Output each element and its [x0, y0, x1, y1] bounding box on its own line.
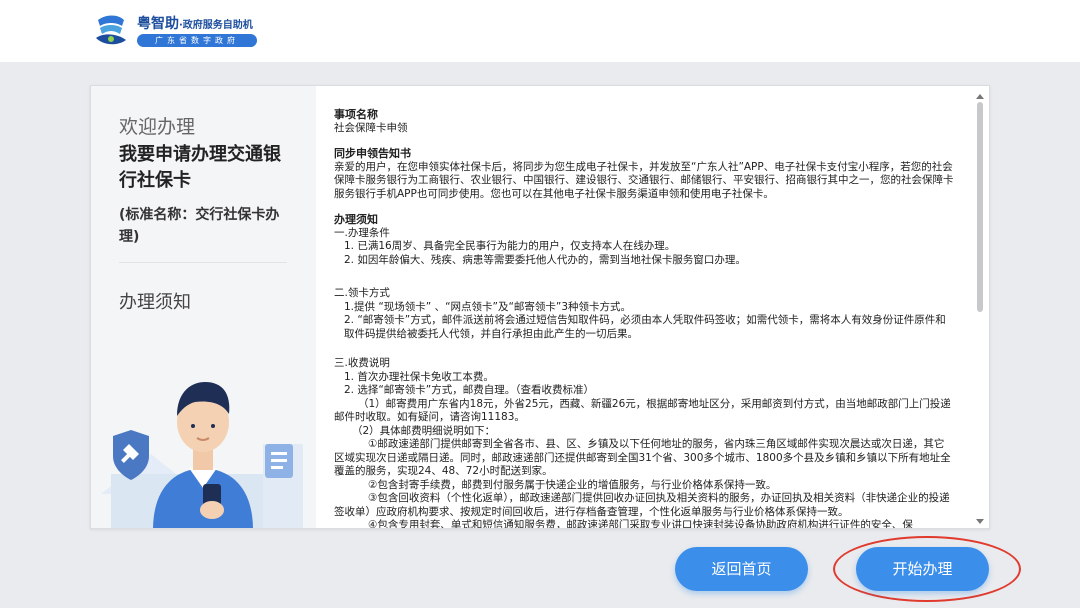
section-3-title: 三.收费说明: [334, 357, 390, 369]
item-name-block: 事项名称 社会保障卡申领: [334, 108, 954, 135]
section-1-title: 一.办理条件: [334, 226, 390, 239]
service-title: 我要申请办理交通银行社保卡: [119, 144, 281, 191]
item-heading: 事项名称: [334, 108, 378, 121]
section-3-item: 2. 选择“邮寄领卡”方式，邮费自理。（查看收费标准）: [344, 384, 594, 396]
fee-paragraph: ④包含专用封套、单式和短信通知服务费，邮政速递部门采取专业讲口快速封装设备协助政…: [368, 519, 913, 528]
section-2-item: 1.提供 “现场领卡” 、“网点领卡”及“邮寄领卡”3种领卡方式。: [344, 300, 632, 313]
section-1-item: 2. 如因年龄偏大、残疾、病患等需要委托他人代办的，需到当地社保卡服务窗口办理。: [344, 253, 746, 266]
back-home-button[interactable]: 返回首页: [675, 547, 808, 591]
pickup-block: 二.领卡方式 1.提供 “现场领卡” 、“网点领卡”及“邮寄领卡”3种领卡方式。…: [334, 287, 954, 341]
yuezhizhu-logo-icon: [96, 15, 126, 45]
notice-label: 办理须知: [119, 292, 191, 313]
sync-text: 亲爱的用户，在您申领实体社保卡后，将同步为您生成电子社保卡，并发放至“广东人社”…: [334, 160, 954, 200]
scroll-down-arrow-icon[interactable]: [976, 519, 984, 524]
fee-paragraph: （1）邮寄费用广东省内18元，外省25元，西藏、新疆26元，根据邮寄地址区分，采…: [334, 397, 951, 424]
left-panel: 欢迎办理 我要申请办理交通银行社保卡 (标准名称：交行社保卡办理) 办理须知: [91, 86, 316, 528]
scroll-thumb[interactable]: [977, 102, 983, 312]
app-name: 粤智助: [137, 16, 179, 32]
content-scrollbar[interactable]: [976, 94, 984, 524]
user-with-phone-illustration: [91, 344, 316, 528]
conditions-block: 办理须知 一.办理条件 1. 已满16周岁、具备完全民事行为能力的用户，仅支持本…: [334, 213, 954, 267]
notice-content: 事项名称 社会保障卡申领 同步申领告知书 亲爱的用户，在您申领实体社保卡后，将同…: [334, 108, 954, 528]
fee-paragraph: ③包含回收资料（个性化返单），邮政速递部门提供回收办证回执及相关资料的服务，办证…: [334, 492, 950, 518]
fee-paragraph: ①邮政速递部门提供邮寄到全省各市、县、区、乡镇及以下任何地址的服务，省内珠三角区…: [334, 438, 951, 477]
section-2-item: 2. “邮寄领卡”方式，邮件派送前将会通过短信告知取件码，必须由本人凭取件码签收…: [344, 314, 946, 340]
start-application-button[interactable]: 开始办理: [856, 547, 989, 591]
app-subtitle: ·政府服务自助机: [179, 20, 253, 31]
scroll-up-arrow-icon[interactable]: [976, 94, 984, 99]
section-2-title: 二.领卡方式: [334, 287, 390, 299]
notice-heading: 办理须知: [334, 213, 378, 226]
standard-name: (标准名称：交行社保卡办理): [119, 207, 280, 245]
top-header: 粤智助·政府服务自助机 广东省数字政府: [0, 0, 1080, 62]
left-divider: [119, 262, 287, 263]
section-1-item: 1. 已满16周岁、具备完全民事行为能力的用户，仅支持本人在线办理。: [344, 240, 676, 252]
sync-heading: 同步申领告知书: [334, 147, 411, 160]
service-card: 欢迎办理 我要申请办理交通银行社保卡 (标准名称：交行社保卡办理) 办理须知 事…: [90, 85, 990, 529]
item-value: 社会保障卡申领: [334, 121, 408, 134]
fee-paragraph: ②包含封寄手续费，邮费到付服务属于快递企业的增值服务，与行业价格体系保持一致。: [368, 478, 777, 491]
fees-block: 三.收费说明 1. 首次办理社保卡免收工本费。 2. 选择“邮寄领卡”方式，邮费…: [334, 357, 954, 528]
sync-notice-block: 同步申领告知书 亲爱的用户，在您申领实体社保卡后，将同步为您生成电子社保卡，并发…: [334, 147, 954, 201]
section-3-item: 1. 首次办理社保卡免收工本费。: [344, 370, 494, 383]
fee-paragraph: （2）具体邮费明细说明如下：: [352, 424, 496, 437]
app-tagline: 广东省数字政府: [137, 34, 257, 47]
app-title: 粤智助·政府服务自助机: [137, 13, 253, 33]
welcome-label: 欢迎办理: [119, 116, 196, 138]
